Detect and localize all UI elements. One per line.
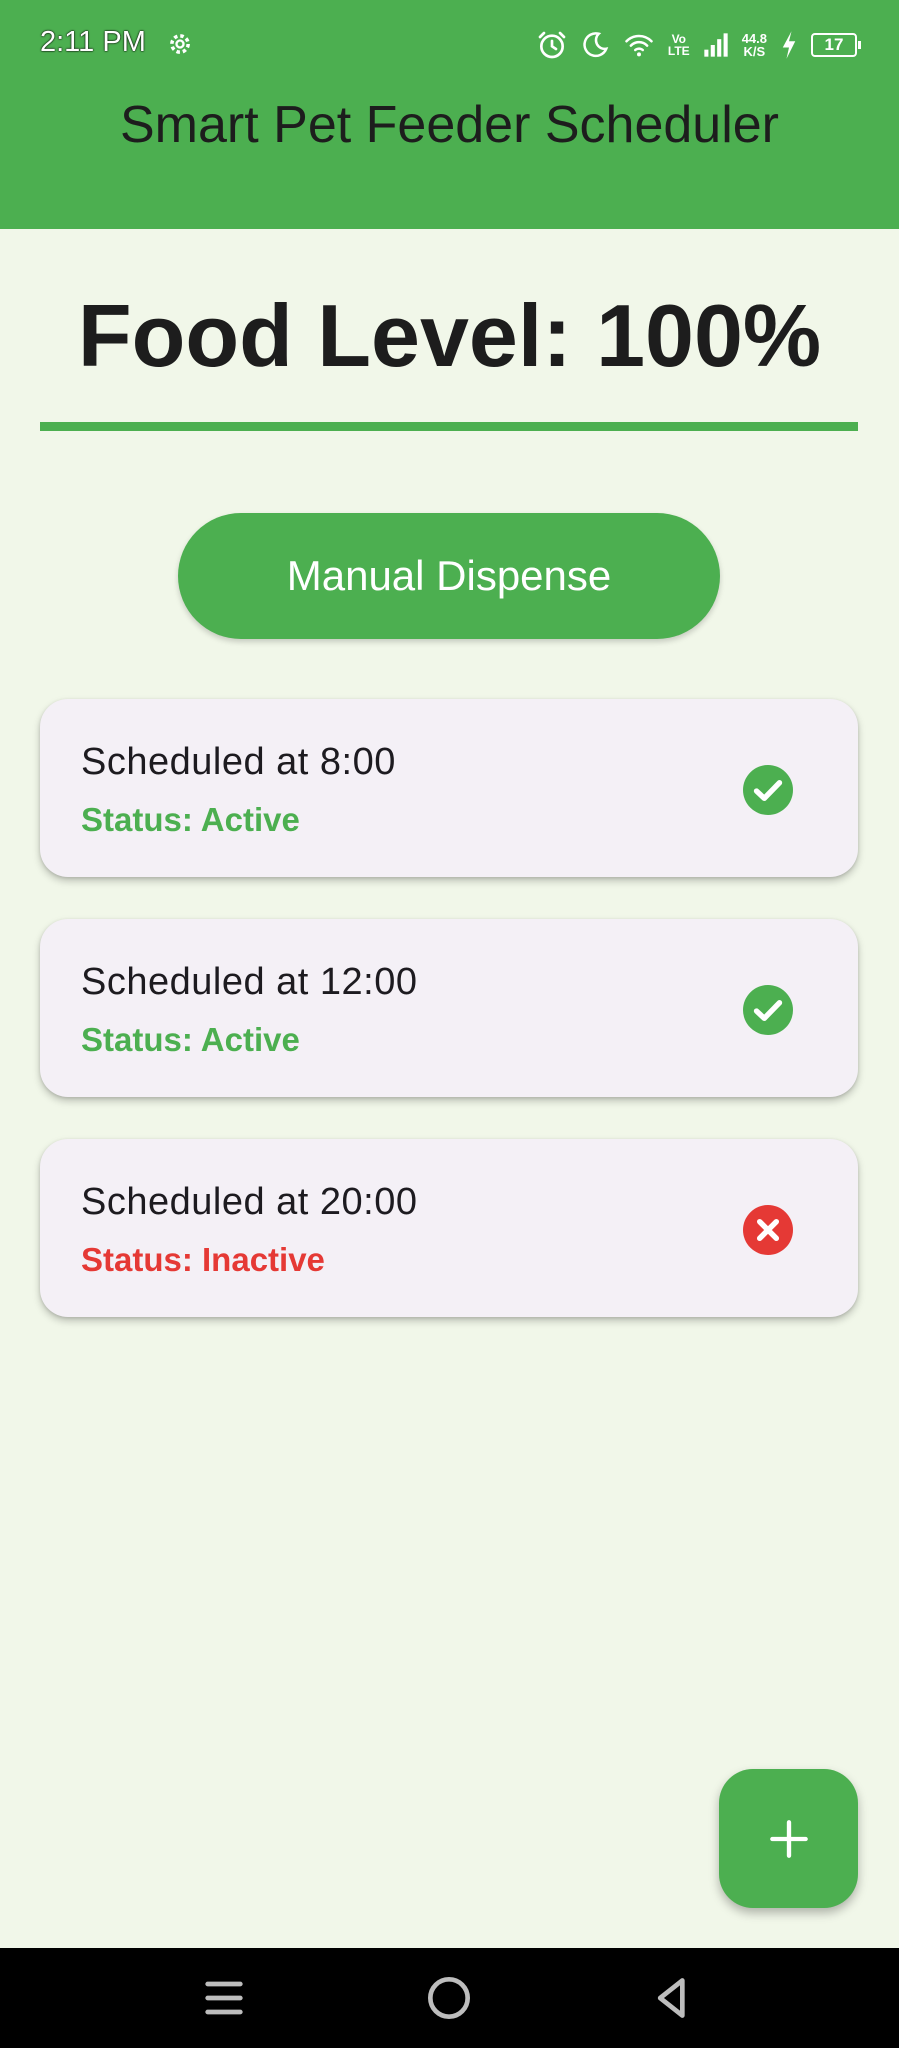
check-circle-icon[interactable] (743, 985, 793, 1035)
schedule-time: Scheduled at 8:00 (81, 741, 396, 783)
app-bar: 2:11 PM Vo LTE 44.8 K/S 17 Smart Pet Fee… (0, 0, 899, 229)
home-circle-icon[interactable] (421, 1970, 477, 2026)
status-bar: 2:11 PM Vo LTE 44.8 K/S 17 (0, 0, 899, 90)
schedule-card-0[interactable]: Scheduled at 8:00 Status: Active (40, 699, 858, 877)
battery-tip (858, 41, 861, 49)
food-level-label: Food Level: 100% (77, 286, 822, 385)
alarm-icon (538, 31, 566, 59)
manual-dispense-button[interactable]: Manual Dispense (178, 513, 720, 639)
status-icons: Vo LTE 44.8 K/S 17 (536, 26, 861, 64)
schedule-time: Scheduled at 12:00 (81, 961, 418, 1003)
system-navigation-bar (0, 1948, 899, 2048)
schedule-card-1[interactable]: Scheduled at 12:00 Status: Active (40, 919, 858, 1097)
network-speed-unit: K/S (743, 44, 766, 59)
cancel-circle-icon[interactable] (743, 1205, 793, 1255)
charging-bolt-icon (782, 31, 796, 59)
menu-icon[interactable] (196, 1970, 252, 2026)
schedule-status: Status: Active (81, 1021, 300, 1058)
check-circle-icon[interactable] (743, 765, 793, 815)
do-not-disturb-moon-icon (583, 32, 609, 58)
volte-bottom-label: LTE (667, 44, 690, 58)
food-level-progress-fill (40, 422, 858, 431)
schedule-time: Scheduled at 20:00 (81, 1181, 418, 1223)
wifi-icon (625, 34, 653, 57)
schedule-status: Status: Active (81, 801, 300, 838)
food-level-progress-bar (40, 422, 858, 431)
network-speed: 44.8 K/S (742, 32, 767, 58)
app-title: Smart Pet Feeder Scheduler (120, 96, 779, 154)
schedule-card-2[interactable]: Scheduled at 20:00 Status: Inactive (40, 1139, 858, 1317)
battery-level: 17 (824, 35, 844, 54)
add-schedule-fab[interactable] (719, 1769, 858, 1908)
volte-indicator: Vo LTE (668, 33, 690, 57)
plus-icon (769, 1819, 808, 1858)
back-triangle-icon[interactable] (645, 1970, 701, 2026)
schedule-status: Status: Inactive (81, 1241, 325, 1278)
battery-indicator: 17 (811, 33, 861, 57)
signal-bars-icon (704, 33, 728, 57)
status-time: 2:11 PM (40, 26, 146, 58)
settings-gear-icon (170, 34, 190, 54)
